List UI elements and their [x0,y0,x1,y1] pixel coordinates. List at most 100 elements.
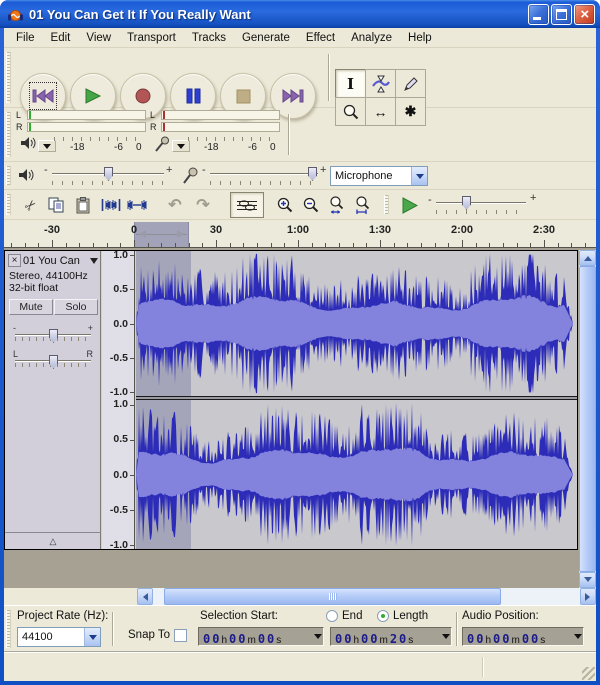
audio-track[interactable]: × 01 You Can Stereo, 44100Hz 32-bit floa… [4,249,578,551]
title-bar[interactable]: 01 You Can Get It If You Really Want × [0,0,600,28]
meter-dropdown-button[interactable] [172,140,190,152]
slider-thumb[interactable] [104,167,113,181]
toolbar-grip[interactable] [6,610,11,648]
cut-button[interactable]: ✂ [18,192,44,218]
output-volume-slider[interactable] [52,167,164,185]
track-control-panel[interactable]: × 01 You Can Stereo, 44100Hz 32-bit floa… [5,251,101,549]
snap-to-checkbox[interactable] [174,629,187,642]
vertical-ruler-label: 1.0 [113,249,128,262]
pan-slider[interactable]: L R [13,349,93,371]
audio-position-field[interactable]: 00h 00m 00s [462,627,584,646]
time-seconds: 00 [521,632,541,646]
sync-lock-tracks-button[interactable] [230,192,264,218]
meter-dropdown-button[interactable] [38,140,56,152]
time-seconds: 00 [257,632,277,646]
toolbar-grip[interactable] [6,112,11,157]
length-radio[interactable] [377,610,389,622]
horizontal-scrollbar[interactable] [137,588,596,605]
meter-toolbar: L R -18 -6 0 L R -18 -6 0 [4,108,596,162]
timeline-tick [448,243,450,247]
fit-project-button[interactable] [350,192,376,218]
menu-edit[interactable]: Edit [43,30,79,46]
slider-thumb[interactable] [462,196,471,210]
input-volume-slider[interactable] [210,167,318,185]
timeline-label: 2:30 [532,224,556,236]
waveform-channel-1[interactable] [136,251,577,396]
timeline-label: 1:30 [368,224,392,236]
peak-indicator [163,123,165,131]
combo-dropdown-button[interactable] [84,628,100,646]
field-dropdown-icon[interactable] [442,634,450,643]
timeline-tick [503,243,504,247]
copy-button[interactable] [44,192,70,218]
toolbar-grip[interactable] [6,166,11,185]
meter-scale-label: -6 [114,142,123,153]
combo-dropdown-button[interactable] [411,167,427,185]
close-button[interactable]: × [574,3,595,25]
timeline-ruler[interactable]: -30 0 30 1:00 1:30 2:00 2:30 [4,222,596,248]
envelope-tool-button[interactable] [365,69,396,98]
menu-tracks[interactable]: Tracks [184,30,234,46]
field-dropdown-icon[interactable] [314,634,322,643]
draw-tool-button[interactable] [395,69,426,98]
menu-help[interactable]: Help [400,30,440,46]
playback-speed-slider[interactable] [436,196,526,214]
project-rate-combo[interactable]: 44100 [17,627,101,647]
menu-analyze[interactable]: Analyze [343,30,400,46]
slider-thumb[interactable] [308,167,317,181]
horizontal-scroll-thumb[interactable] [164,588,501,605]
menu-view[interactable]: View [78,30,119,46]
menu-file[interactable]: File [8,30,43,46]
minimize-button[interactable] [528,3,549,25]
vertical-scroll-thumb[interactable] [579,266,596,572]
resize-grip[interactable] [582,667,595,680]
toolbar-grip[interactable] [6,52,11,103]
vertical-ruler-label: -1.0 [109,538,128,551]
silence-selection-button[interactable] [124,192,150,218]
undo-button[interactable]: ↶ [162,192,188,218]
scroll-up-button[interactable] [579,250,596,266]
menu-generate[interactable]: Generate [234,30,298,46]
trim-outside-selection-button[interactable] [98,192,124,218]
toolbar-grip[interactable] [6,194,11,215]
zoom-in-icon [277,197,293,213]
scroll-down-button[interactable] [579,572,596,588]
menu-transport[interactable]: Transport [119,30,184,46]
peak-indicator [29,111,31,119]
copy-icon [48,197,64,212]
zoom-out-button[interactable] [298,192,324,218]
recording-meter[interactable]: L R -18 -6 0 [148,110,282,160]
end-radio[interactable] [326,610,338,622]
track-collapse-button[interactable]: △ [5,532,101,549]
scroll-right-button[interactable] [580,588,596,605]
zoom-in-button[interactable] [272,192,298,218]
input-device-combo[interactable]: Microphone [330,166,428,186]
vertical-scrollbar[interactable] [579,250,596,588]
timeline-tick [106,243,108,247]
gain-slider[interactable]: - + [13,323,93,345]
playback-meter[interactable]: L R -18 -6 0 [14,110,148,160]
seconds-unit: s [408,635,414,646]
field-dropdown-icon[interactable] [574,634,582,643]
selection-tool-button[interactable]: I [335,69,366,98]
selection-length-field[interactable]: 00h 00m 20s [330,627,452,646]
vertical-ruler[interactable]: 1.0 0.5 0.0 -0.5 -1.0 1.0 0.5 0.0 -0.5 -1.0 [102,249,135,551]
scroll-left-button[interactable] [137,588,153,605]
track-area[interactable]: × 01 You Can Stereo, 44100Hz 32-bit floa… [4,248,596,588]
fit-selection-button[interactable] [324,192,350,218]
selection-start-field[interactable]: 00h 00m 00s [198,627,324,646]
paste-button[interactable] [70,192,96,218]
track-title-menu[interactable]: 01 You Can [23,254,98,267]
silence-selection-icon [127,200,147,210]
maximize-button[interactable] [551,3,572,25]
play-at-speed-button[interactable] [396,192,422,218]
timeline-label: 2:00 [450,224,474,236]
waveform-channel-2[interactable] [136,400,577,549]
menu-effect[interactable]: Effect [298,30,343,46]
waveform-area[interactable] [136,251,577,549]
solo-button[interactable]: Solo [54,299,98,315]
mute-button[interactable]: Mute [9,299,53,315]
redo-button[interactable]: ↷ [190,192,216,218]
toolbar-grip[interactable] [384,195,389,214]
track-close-button[interactable]: × [8,254,21,267]
